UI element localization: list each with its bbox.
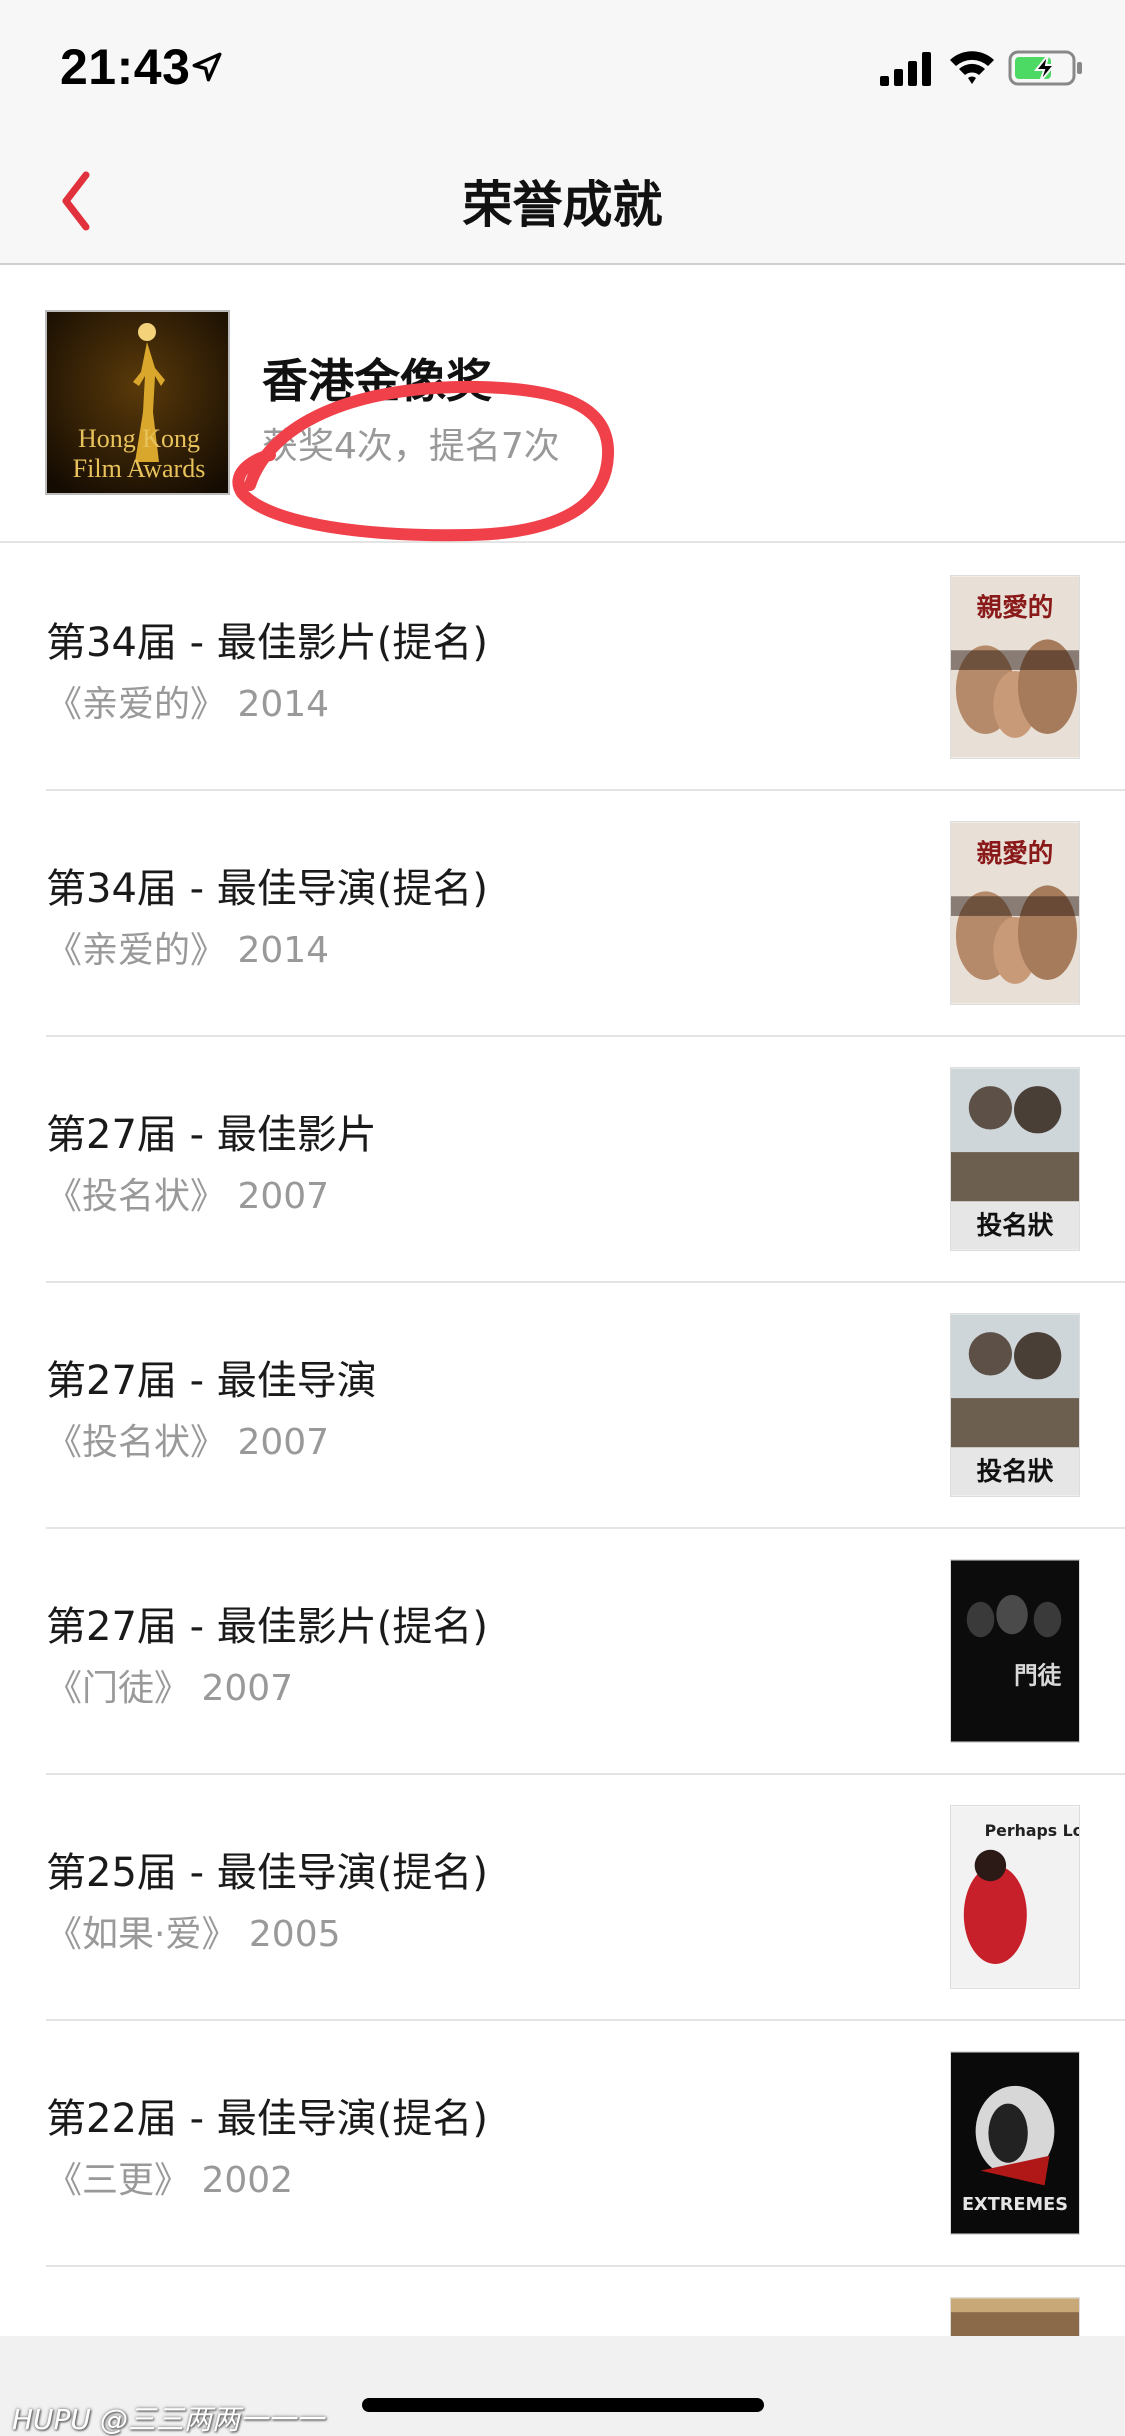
award-logo: Hong Kong Film Awards [45,310,230,495]
navigation-bar: 荣誉成就 [0,135,1125,265]
item-subtitle: 《门徒》 2007 [46,1668,294,1709]
item-title: 第27届 - 最佳导演 [46,1358,377,1404]
list-item[interactable]: 第22届 - 最佳导演(提名) 《三更》 2002 EXTREMES [0,2021,1125,2267]
home-indicator[interactable] [362,2398,764,2412]
list-item[interactable]: 第25届 - 最佳导演(提名) 《如果·爱》 2005 Perhaps Love [0,1775,1125,2021]
svg-text:親愛的: 親愛的 [977,838,1054,869]
list-item[interactable]: 第34届 - 最佳影片(提名) 《亲爱的》 2014 親愛的 [0,545,1125,791]
movie-poster: 投名狀 [950,1313,1080,1497]
battery-charging-icon [1008,50,1082,86]
list-item[interactable]: 第27届 - 最佳导演 《投名状》 2007 投名狀 [0,1283,1125,1529]
movie-poster: Perhaps Love [950,1805,1080,1989]
item-subtitle: 《投名状》 2007 [46,1176,330,1217]
item-title: 第27届 - 最佳影片 [46,1112,377,1158]
item-title: 第34届 - 最佳导演(提名) [46,866,488,912]
award-stats: 获奖4次，提名7次 [262,426,560,467]
item-title: 第22届 - 最佳导演(提名) [46,2096,488,2142]
svg-text:EXTREMES: EXTREMES [962,2195,1068,2215]
item-subtitle: 《三更》 2002 [46,2160,294,2201]
item-subtitle: 《如果·爱》 2005 [46,1914,341,1955]
film-awards-statue-icon: Hong Kong Film Awards [47,312,228,493]
item-subtitle: 《亲爱的》 2014 [46,684,330,725]
svg-text:親愛的: 親愛的 [977,592,1054,623]
item-subtitle: 《亲爱的》 2014 [46,930,330,971]
movie-poster: 親愛的 [950,575,1080,759]
movie-poster: 親愛的 [950,821,1080,1005]
page-title: 荣誉成就 [462,176,663,234]
item-title: 第27届 - 最佳影片(提名) [46,1604,488,1650]
item-subtitle: 《投名状》 2007 [46,1422,330,1463]
status-time: 21:43 [60,39,191,95]
movie-poster: 門徒 [950,1559,1080,1743]
item-title: 第34届 - 最佳影片(提名) [46,620,488,666]
honors-list: 第34届 - 最佳影片(提名) 《亲爱的》 2014 親愛的 第34届 - 最佳… [0,545,1125,2436]
svg-text:投名狀: 投名狀 [977,1456,1054,1487]
screen: 21:43 荣誉成就 Hong Kong Film Awards 香港金像奖 获… [0,0,1125,2436]
svg-text:Perhaps Love: Perhaps Love [985,1821,1080,1840]
movie-poster: 投名狀 [950,1067,1080,1251]
list-item[interactable]: 第27届 - 最佳影片 《投名状》 2007 投名狀 [0,1037,1125,1283]
home-bar: HUPU @三三两两一一一 [0,2336,1125,2436]
svg-text:投名狀: 投名狀 [977,1210,1054,1241]
award-header: Hong Kong Film Awards 香港金像奖 获奖4次，提名7次 [0,265,1125,543]
movie-poster: EXTREMES [950,2051,1080,2235]
svg-text:Film Awards: Film Awards [73,454,206,483]
item-title: 第25届 - 最佳导演(提名) [46,1850,488,1896]
location-arrow-icon [192,52,222,82]
watermark: HUPU @三三两两一一一 [12,2403,324,2436]
cellular-signal-icon [880,52,931,86]
award-name: 香港金像奖 [262,354,492,408]
svg-text:門徒: 門徒 [1014,1661,1062,1689]
svg-text:Hong Kong: Hong Kong [78,424,200,453]
list-item[interactable]: 第27届 - 最佳影片(提名) 《门徒》 2007 門徒 [0,1529,1125,1775]
wifi-icon [950,51,994,84]
status-bar: 21:43 [0,0,1125,135]
list-item[interactable]: 第34届 - 最佳导演(提名) 《亲爱的》 2014 親愛的 [0,791,1125,1037]
